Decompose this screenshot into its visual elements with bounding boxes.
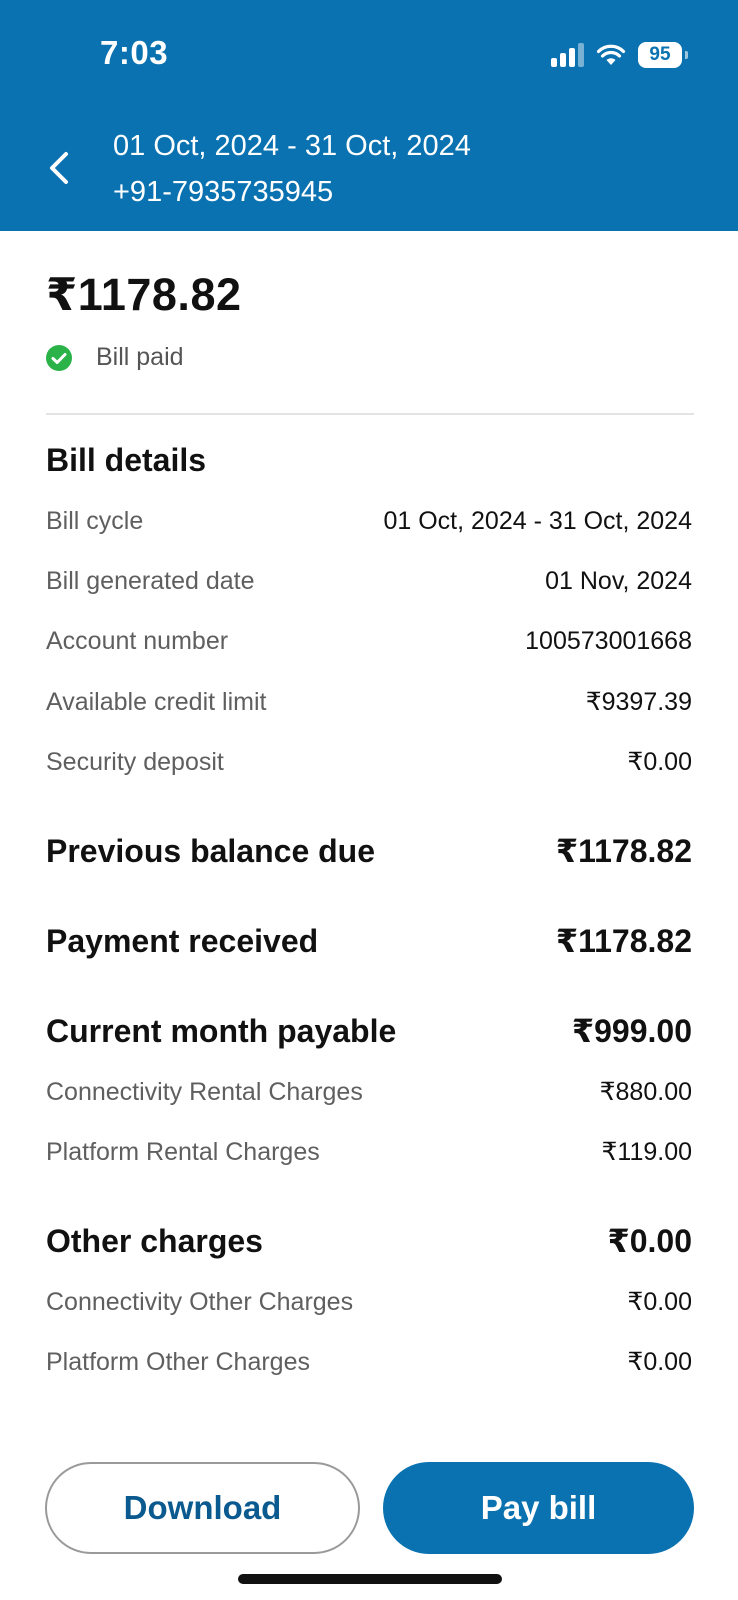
battery-level: 95 (649, 44, 671, 65)
home-indicator[interactable] (238, 1574, 502, 1584)
battery-icon: 95 (638, 42, 688, 68)
row-label: Previous balance due (46, 832, 376, 869)
row-security-deposit: Security deposit ₹0.00 (46, 747, 692, 777)
row-value: ₹0.00 (627, 1288, 692, 1316)
status-time: 7:03 (100, 34, 169, 71)
row-value: 01 Oct, 2024 - 31 Oct, 2024 (383, 507, 692, 535)
row-value: ₹119.00 (601, 1138, 692, 1166)
row-platform-other-charges: Platform Other Charges ₹0.00 (46, 1347, 692, 1377)
row-previous-balance-due: Previous balance due ₹1178.82 (46, 832, 692, 870)
row-label: Available credit limit (46, 687, 267, 716)
row-current-month-payable: Current month payable ₹999.00 (46, 1012, 692, 1050)
row-value: 01 Nov, 2024 (545, 567, 692, 595)
row-platform-rental-charges: Platform Rental Charges ₹119.00 (46, 1137, 692, 1167)
row-value: ₹0.00 (627, 748, 692, 776)
row-bill-cycle: Bill cycle 01 Oct, 2024 - 31 Oct, 2024 (46, 507, 692, 536)
bill-details-title: Bill details (46, 442, 207, 478)
row-connectivity-rental-charges: Connectivity Rental Charges ₹880.00 (46, 1077, 692, 1107)
row-payment-received: Payment received ₹1178.82 (46, 922, 692, 960)
bill-status: Bill paid (46, 343, 184, 372)
row-label: Bill cycle (46, 507, 144, 535)
download-button[interactable]: Download (45, 1462, 360, 1554)
check-circle-icon (46, 344, 72, 371)
row-label: Platform Rental Charges (46, 1137, 320, 1166)
row-label: Connectivity Rental Charges (46, 1077, 363, 1106)
row-label: Current month payable (46, 1012, 397, 1049)
signal-icon (551, 43, 584, 67)
row-value: ₹880.00 (599, 1078, 692, 1106)
row-label: Payment received (46, 922, 319, 959)
app-header: 7:03 95 01 Oct, 2024 - 31 Oct, 2024 +91-… (0, 0, 738, 231)
row-value: 100573001668 (525, 627, 692, 655)
row-label: Account number (46, 627, 229, 655)
bill-amount: ₹1178.82 (46, 269, 242, 320)
row-value: ₹1178.82 (555, 923, 692, 959)
row-value: ₹0.00 (607, 1223, 692, 1259)
row-connectivity-other-charges: Connectivity Other Charges ₹0.00 (46, 1287, 692, 1317)
row-available-credit-limit: Available credit limit ₹9397.39 (46, 687, 692, 717)
row-label: Security deposit (46, 747, 224, 776)
row-value: ₹999.00 (571, 1013, 692, 1049)
row-label: Connectivity Other Charges (46, 1287, 354, 1316)
wifi-icon (596, 44, 626, 65)
row-value: ₹1178.82 (555, 833, 692, 869)
row-label: Platform Other Charges (46, 1347, 310, 1376)
row-label: Bill generated date (46, 567, 255, 595)
row-other-charges: Other charges ₹0.00 (46, 1222, 692, 1260)
header-phone-number: +91-7935735945 (113, 176, 334, 208)
bill-status-label: Bill paid (96, 343, 184, 371)
divider (46, 413, 694, 415)
row-label: Other charges (46, 1222, 263, 1259)
row-account-number: Account number 100573001668 (46, 627, 692, 656)
row-value: ₹0.00 (627, 1348, 692, 1376)
status-icons: 95 (551, 40, 688, 70)
row-value: ₹9397.39 (585, 688, 692, 716)
row-bill-generated-date: Bill generated date 01 Nov, 2024 (46, 567, 692, 596)
header-bill-period: 01 Oct, 2024 - 31 Oct, 2024 (113, 130, 471, 162)
chevron-left-icon[interactable] (44, 148, 74, 188)
pay-bill-button[interactable]: Pay bill (383, 1462, 694, 1554)
